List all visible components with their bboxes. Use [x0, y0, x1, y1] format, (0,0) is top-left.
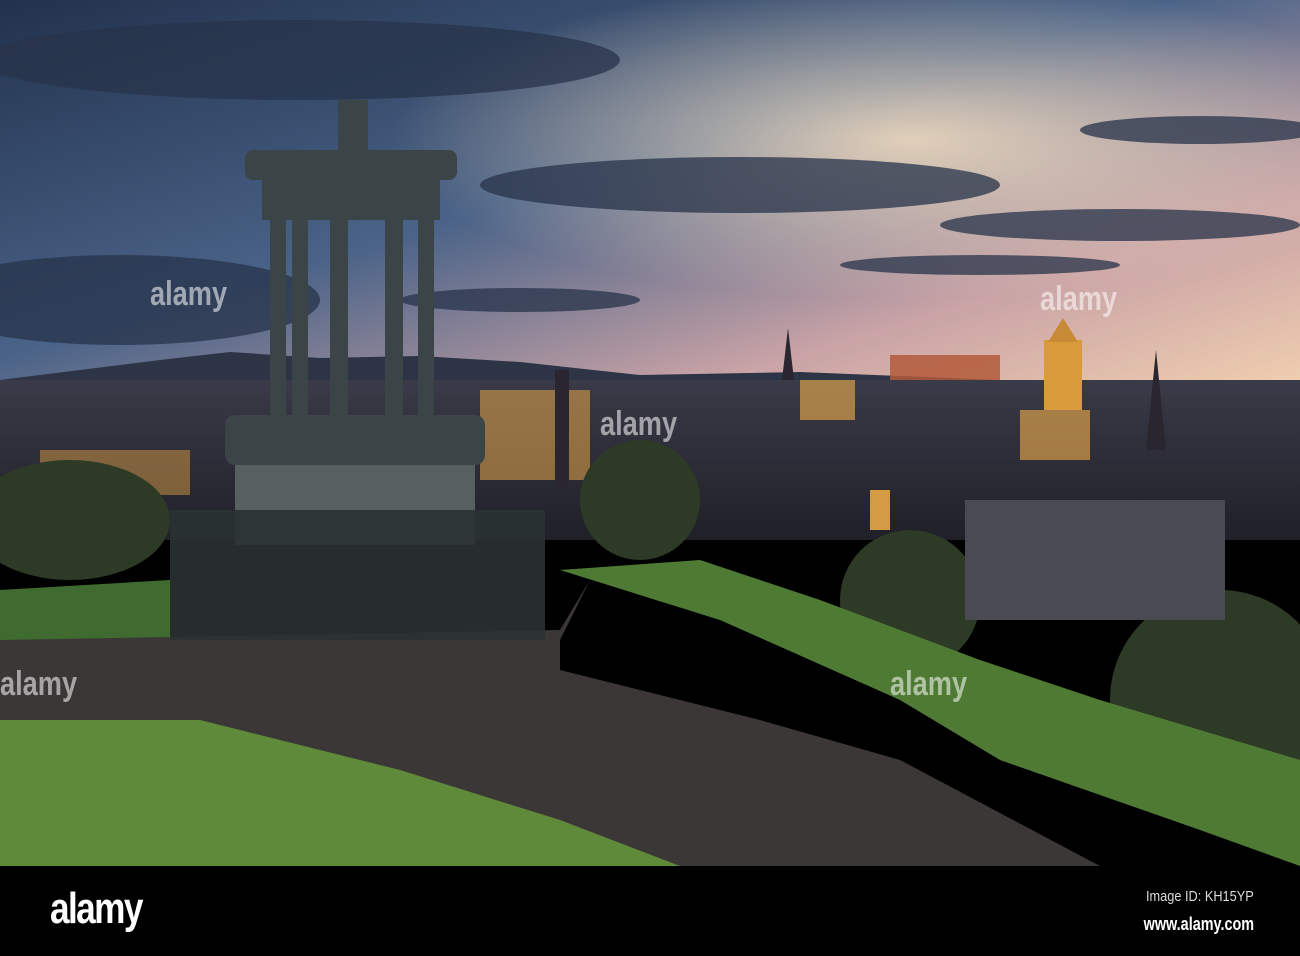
- watermark-bar: alamy Image ID: KH15YP www.alamy.com: [0, 866, 1300, 956]
- alamy-logo: alamy: [50, 884, 143, 933]
- alamy-url: www.alamy.com: [1143, 914, 1254, 934]
- watermark-overlay: alamy: [890, 665, 968, 703]
- watermark-overlay: alamy: [0, 665, 78, 703]
- image-id: Image ID: KH15YP: [1146, 888, 1254, 905]
- watermark-overlay: alamy: [600, 405, 678, 443]
- grey-houses: [965, 500, 1225, 620]
- watermark-overlay: alamy: [1040, 280, 1118, 318]
- grass-left: [0, 580, 170, 640]
- watermark-overlay: alamy: [150, 275, 228, 313]
